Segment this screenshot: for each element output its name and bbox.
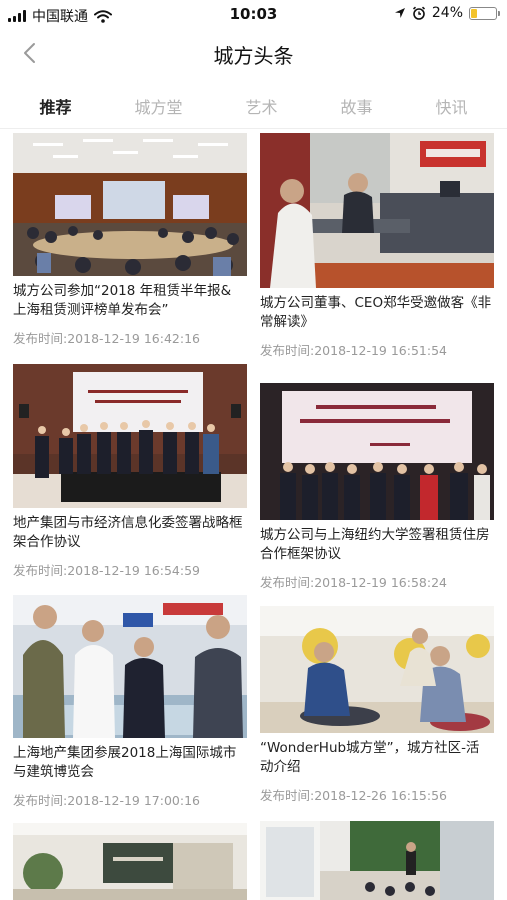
- tab-news[interactable]: 快讯: [429, 90, 473, 122]
- article-card[interactable]: 城方公司董事、CEO郑华受邀做客《非常解读》 发布时间:2018-12-19 1…: [260, 133, 494, 359]
- article-time: 发布时间:2018-12-26 16:15:56: [260, 788, 447, 803]
- article-title: 城方公司与上海纽约大学签署租赁住房合作框架协议: [260, 527, 490, 562]
- article-time: 发布时间:2018-12-19 16:42:16: [13, 331, 200, 346]
- article-time: 发布时间:2018-12-19 16:51:54: [260, 343, 447, 358]
- nav-bar: 城方头条: [0, 28, 507, 78]
- article-time: 发布时间:2018-12-19 16:58:24: [260, 575, 447, 590]
- event-space-photo: [260, 821, 494, 900]
- lobby-interior-photo: [13, 823, 247, 900]
- category-tabs: 推荐 城方堂 艺术 故事 快讯: [0, 86, 507, 126]
- article-card[interactable]: 上海地产集团参展2018上海国际城市与建筑博览会 发布时间:2018-12-19…: [13, 595, 247, 809]
- tab-story[interactable]: 故事: [334, 90, 378, 122]
- article-card[interactable]: [13, 823, 247, 900]
- article-title: 地产集团与市经济信息化委签署战略框架合作协议: [13, 515, 243, 550]
- article-title: 城方公司董事、CEO郑华受邀做客《非常解读》: [260, 295, 492, 330]
- location-icon: [394, 8, 405, 18]
- tab-chengfangtang[interactable]: 城方堂: [128, 90, 188, 122]
- tab-art[interactable]: 艺术: [239, 90, 283, 122]
- article-time: 发布时间:2018-12-19 17:00:16: [13, 793, 200, 808]
- battery-percent: 24%: [431, 5, 463, 21]
- article-title: 上海地产集团参展2018上海国际城市与建筑博览会: [13, 745, 237, 780]
- alarm-icon: [412, 6, 425, 20]
- tab-recommend[interactable]: 推荐: [33, 90, 77, 122]
- university-signing-photo: [260, 383, 494, 520]
- article-card[interactable]: 城方公司参加“2018 年租赁半年报& 上海租赁测评榜单发布会” 发布时间:20…: [13, 133, 247, 347]
- article-title: “WonderHub城方堂”，城方社区-活动介绍: [260, 740, 480, 775]
- expo-visit-photo: [13, 595, 247, 738]
- article-card[interactable]: 城方公司与上海纽约大学签署租赁住房合作框架协议 发布时间:2018-12-19 …: [260, 383, 494, 591]
- status-bar: 中国联通 10:03 24%: [0, 0, 507, 28]
- tabs-divider: [0, 128, 507, 129]
- signing-ceremony-photo: [13, 364, 247, 508]
- article-time: 发布时间:2018-12-19 16:54:59: [13, 563, 200, 578]
- battery-icon: [469, 6, 500, 20]
- article-card[interactable]: 地产集团与市经济信息化委签署战略框架合作协议 发布时间:2018-12-19 1…: [13, 364, 247, 579]
- conference-hall-photo: [13, 133, 247, 276]
- article-title: 城方公司参加“2018 年租赁半年报& 上海租赁测评榜单发布会”: [13, 283, 232, 318]
- article-card[interactable]: “WonderHub城方堂”，城方社区-活动介绍 发布时间:2018-12-26…: [260, 606, 494, 804]
- community-lounge-photo: [260, 606, 494, 733]
- article-card[interactable]: [260, 821, 494, 900]
- radio-studio-photo: [260, 133, 494, 288]
- status-right: 24%: [394, 5, 500, 21]
- page-title: 城方头条: [213, 44, 294, 68]
